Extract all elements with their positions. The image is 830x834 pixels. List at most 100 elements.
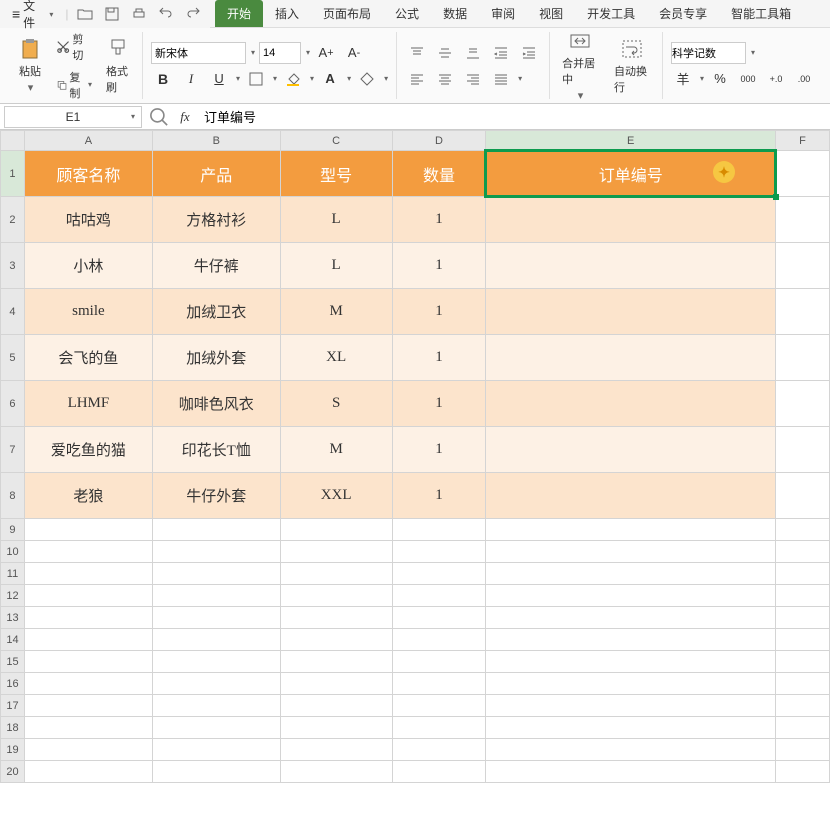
- cell-D15[interactable]: [392, 651, 486, 673]
- insert-function-button[interactable]: fx: [172, 106, 198, 128]
- cell-D5[interactable]: 1: [392, 335, 486, 381]
- cell-B2[interactable]: 方格衬衫: [152, 197, 280, 243]
- tab-view[interactable]: 视图: [527, 0, 575, 27]
- cell-C10[interactable]: [280, 541, 392, 563]
- tab-smart-toolbox[interactable]: 智能工具箱: [719, 0, 803, 27]
- align-bottom-button[interactable]: [461, 42, 485, 64]
- fill-color-button[interactable]: [281, 68, 305, 90]
- chevron-down-icon[interactable]: ▾: [518, 74, 522, 83]
- cell-A6[interactable]: LHMF: [24, 381, 152, 427]
- row-header-12[interactable]: 12: [1, 585, 25, 607]
- cell-B8[interactable]: 牛仔外套: [152, 473, 280, 519]
- cell-C12[interactable]: [280, 585, 392, 607]
- column-header-C[interactable]: C: [280, 131, 392, 151]
- cell-B9[interactable]: [152, 519, 280, 541]
- cell-F5[interactable]: [776, 335, 830, 381]
- phonetic-button[interactable]: [355, 68, 379, 90]
- cell-A8[interactable]: 老狼: [24, 473, 152, 519]
- cell-E18[interactable]: [486, 717, 776, 739]
- cell-A9[interactable]: [24, 519, 152, 541]
- row-header-5[interactable]: 5: [1, 335, 25, 381]
- cell-A15[interactable]: [24, 651, 152, 673]
- chevron-down-icon[interactable]: ▾: [273, 74, 277, 83]
- cell-A18[interactable]: [24, 717, 152, 739]
- formula-input[interactable]: [198, 106, 830, 128]
- cell-B17[interactable]: [152, 695, 280, 717]
- chevron-down-icon[interactable]: ▾: [306, 48, 310, 57]
- cell-B13[interactable]: [152, 607, 280, 629]
- cell-F4[interactable]: [776, 289, 830, 335]
- cell-C7[interactable]: M: [280, 427, 392, 473]
- cell-F2[interactable]: [776, 197, 830, 243]
- name-box[interactable]: E1 ▾: [4, 106, 142, 128]
- row-header-10[interactable]: 10: [1, 541, 25, 563]
- chevron-down-icon[interactable]: ▾: [251, 48, 255, 57]
- row-header-9[interactable]: 9: [1, 519, 25, 541]
- row-header-8[interactable]: 8: [1, 473, 25, 519]
- cell-F13[interactable]: [776, 607, 830, 629]
- cell-A13[interactable]: [24, 607, 152, 629]
- cell-E2[interactable]: [486, 197, 776, 243]
- cell-C8[interactable]: XXL: [280, 473, 392, 519]
- redo-button[interactable]: [183, 3, 204, 25]
- cell-B4[interactable]: 加绒卫衣: [152, 289, 280, 335]
- tab-formulas[interactable]: 公式: [383, 0, 431, 27]
- number-format-select[interactable]: [671, 42, 746, 64]
- cell-B6[interactable]: 咖啡色风衣: [152, 381, 280, 427]
- cell-F17[interactable]: [776, 695, 830, 717]
- cell-D2[interactable]: 1: [392, 197, 486, 243]
- cell-F20[interactable]: [776, 761, 830, 783]
- cell-A3[interactable]: 小林: [24, 243, 152, 289]
- cell-D16[interactable]: [392, 673, 486, 695]
- cell-F3[interactable]: [776, 243, 830, 289]
- tab-home[interactable]: 开始: [215, 0, 263, 27]
- spreadsheet-grid[interactable]: A B C D E F 1 顾客名称 产品 型号 数量 订单编号 ✦ 2 咕咕鸡…: [0, 130, 830, 783]
- align-top-button[interactable]: [405, 42, 429, 64]
- row-header-3[interactable]: 3: [1, 243, 25, 289]
- copy-button[interactable]: 复制 ▾: [52, 67, 96, 103]
- cell-D10[interactable]: [392, 541, 486, 563]
- cell-C3[interactable]: L: [280, 243, 392, 289]
- cell-A17[interactable]: [24, 695, 152, 717]
- decrease-font-button[interactable]: A-: [342, 42, 366, 64]
- increase-font-button[interactable]: A+: [314, 42, 338, 64]
- save-button[interactable]: [102, 3, 123, 25]
- cell-B20[interactable]: [152, 761, 280, 783]
- cell-B3[interactable]: 牛仔裤: [152, 243, 280, 289]
- select-all-corner[interactable]: [1, 131, 25, 151]
- cell-E9[interactable]: [486, 519, 776, 541]
- cell-E3[interactable]: [486, 243, 776, 289]
- row-header-18[interactable]: 18: [1, 717, 25, 739]
- cell-E15[interactable]: [486, 651, 776, 673]
- row-header-2[interactable]: 2: [1, 197, 25, 243]
- cell-D14[interactable]: [392, 629, 486, 651]
- align-center-button[interactable]: [433, 68, 457, 90]
- cell-F18[interactable]: [776, 717, 830, 739]
- cell-E4[interactable]: [486, 289, 776, 335]
- cell-E13[interactable]: [486, 607, 776, 629]
- column-header-E[interactable]: E: [486, 131, 776, 151]
- cell-F11[interactable]: [776, 563, 830, 585]
- cell-C18[interactable]: [280, 717, 392, 739]
- header-cell-B1[interactable]: 产品: [152, 151, 280, 197]
- cell-B7[interactable]: 印花长T恤: [152, 427, 280, 473]
- cell-D17[interactable]: [392, 695, 486, 717]
- cell-B10[interactable]: [152, 541, 280, 563]
- row-header-1[interactable]: 1: [1, 151, 25, 197]
- cell-D18[interactable]: [392, 717, 486, 739]
- cell-C2[interactable]: L: [280, 197, 392, 243]
- cell-F15[interactable]: [776, 651, 830, 673]
- cell-D20[interactable]: [392, 761, 486, 783]
- merge-center-button[interactable]: 合并居中 ▾: [558, 27, 602, 104]
- cell-A14[interactable]: [24, 629, 152, 651]
- open-folder-button[interactable]: [75, 3, 96, 25]
- cell-B14[interactable]: [152, 629, 280, 651]
- print-button[interactable]: [129, 3, 150, 25]
- tab-data[interactable]: 数据: [431, 0, 479, 27]
- italic-button[interactable]: I: [179, 68, 203, 90]
- cell-F10[interactable]: [776, 541, 830, 563]
- justify-button[interactable]: [489, 68, 513, 90]
- tab-page-layout[interactable]: 页面布局: [311, 0, 383, 27]
- cell-C6[interactable]: S: [280, 381, 392, 427]
- cell-D13[interactable]: [392, 607, 486, 629]
